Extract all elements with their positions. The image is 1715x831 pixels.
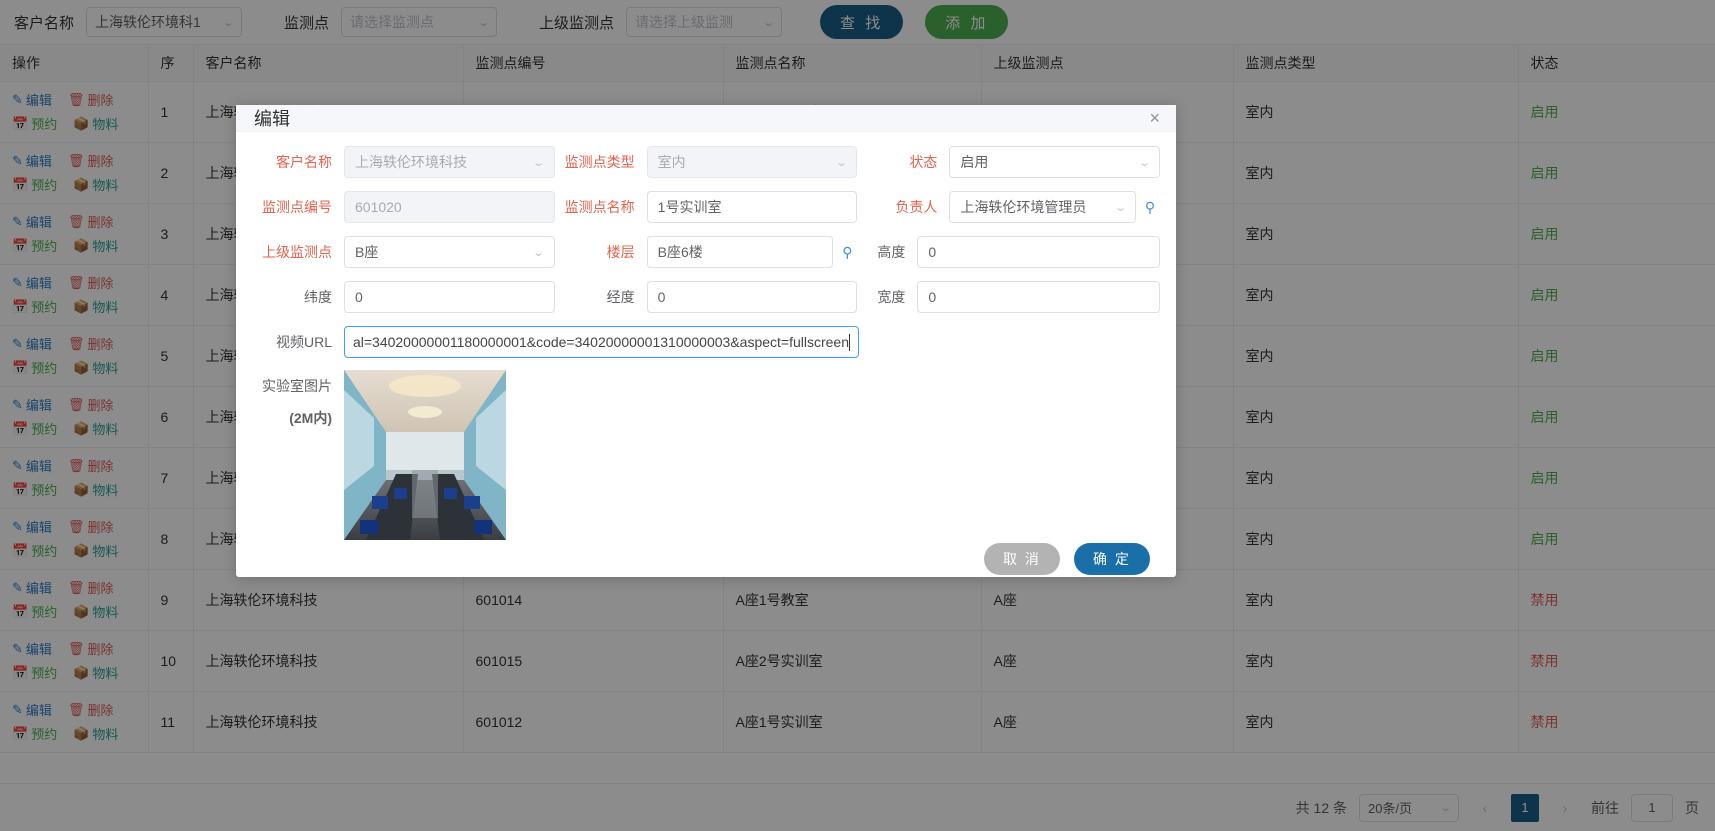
form-row-1: 客户名称 上海轶伦环境科技 ⌄ 监测点类型 室内 ⌄ 状态 启用 ⌄ [252, 146, 1161, 178]
longitude-label: 经度 [606, 289, 635, 305]
longitude-input[interactable]: 0 [646, 281, 858, 313]
video-url-label: 视频URL [275, 334, 332, 350]
chevron-down-icon: ⌄ [532, 246, 546, 259]
dialog-title: 编辑 [254, 109, 290, 129]
code-label: 监测点编号 [262, 199, 332, 215]
code-value: 601020 [355, 199, 402, 215]
latitude-value: 0 [355, 289, 363, 305]
cancel-button[interactable]: 取 消 [984, 542, 1060, 575]
chevron-down-icon: ⌄ [1137, 156, 1151, 169]
image-label-line1: 实验室图片 [262, 378, 332, 394]
form-row-image: 实验室图片 (2M内) [252, 370, 1160, 540]
name-input[interactable]: 1号实训室 [646, 191, 858, 223]
customer-select[interactable]: 上海轶伦环境科技 ⌄ [344, 146, 555, 178]
image-label: 实验室图片 (2M内) [252, 370, 344, 434]
width-input[interactable]: 0 [917, 281, 1161, 313]
chevron-down-icon: ⌄ [1113, 201, 1127, 214]
parent-select[interactable]: B座 ⌄ [344, 236, 555, 268]
name-value: 1号实训室 [657, 199, 722, 215]
type-label: 监测点类型 [564, 154, 635, 170]
floor-search-icon[interactable]: ⚲ [839, 244, 855, 261]
chevron-down-icon: ⌄ [532, 156, 546, 169]
type-select[interactable]: 室内 ⌄ [646, 146, 858, 178]
height-input[interactable]: 0 [917, 236, 1161, 268]
height-value: 0 [928, 244, 937, 260]
width-label: 宽度 [877, 289, 906, 305]
form-row-video: 视频URL al=34020000001180000001&code=34020… [252, 326, 1160, 358]
field-status: 状态 启用 ⌄ [857, 146, 1161, 178]
lab-photo-image [344, 370, 506, 540]
form-row-4: 纬度 0 经度 0 宽度 0 [252, 281, 1161, 313]
form-row-2: 监测点编号 601020 监测点名称 1号实训室 负责人 上海轶伦环境管理员 ⌄ [252, 191, 1160, 223]
video-url-input[interactable]: al=34020000001180000001&code=34020000001… [344, 326, 859, 358]
chevron-down-icon: ⌄ [835, 156, 849, 169]
field-longitude: 经度 0 [555, 281, 858, 313]
latitude-label: 纬度 [304, 289, 332, 305]
field-latitude: 纬度 0 [252, 281, 555, 313]
field-width: 宽度 0 [857, 281, 1161, 313]
close-icon[interactable]: × [1149, 109, 1160, 127]
parent-value: B座 [355, 244, 379, 260]
owner-value: 上海轶伦环境管理员 [960, 199, 1087, 215]
floor-label: 楼层 [606, 244, 635, 260]
floor-input[interactable]: B座6楼 [646, 236, 834, 268]
edit-dialog: 编辑 × 客户名称 上海轶伦环境科技 ⌄ 监测点类型 室内 ⌄ 状态 启用 ⌄ … [236, 105, 1176, 577]
height-label: 高度 [877, 244, 906, 260]
owner-label: 负责人 [895, 199, 938, 215]
form-row-3: 上级监测点 B座 ⌄ 楼层 B座6楼 ⚲ 高度 0 [252, 236, 1161, 268]
lab-photo-thumbnail[interactable] [344, 370, 506, 540]
latitude-input[interactable]: 0 [344, 281, 555, 313]
code-input[interactable]: 601020 [344, 191, 555, 223]
owner-search-icon[interactable]: ⚲ [1142, 199, 1158, 216]
app-root: 客户名称 上海轶伦环境科1 ⌄ 监测点 请选择监测点 ⌄ 上级监测点 请选择上级… [0, 0, 1715, 831]
field-parent: 上级监测点 B座 ⌄ [252, 236, 555, 268]
width-value: 0 [928, 289, 937, 305]
longitude-value: 0 [657, 289, 666, 305]
dialog-header: 编辑 × [236, 105, 1176, 132]
field-customer: 客户名称 上海轶伦环境科技 ⌄ [252, 146, 555, 178]
customer-label: 客户名称 [276, 154, 332, 170]
field-owner: 负责人 上海轶伦环境管理员 ⌄ ⚲ [857, 191, 1160, 223]
image-label-line2: (2M内) [289, 410, 332, 426]
dialog-body: 客户名称 上海轶伦环境科技 ⌄ 监测点类型 室内 ⌄ 状态 启用 ⌄ 监测点编号… [236, 132, 1176, 540]
customer-value: 上海轶伦环境科技 [355, 154, 467, 170]
name-label: 监测点名称 [564, 199, 635, 215]
field-code: 监测点编号 601020 [252, 191, 555, 223]
field-floor: 楼层 B座6楼 ⚲ [555, 236, 858, 268]
owner-select[interactable]: 上海轶伦环境管理员 ⌄ [949, 191, 1137, 223]
type-value: 室内 [657, 154, 686, 170]
status-select[interactable]: 启用 ⌄ [949, 146, 1161, 178]
status-value: 启用 [960, 154, 989, 170]
field-height: 高度 0 [857, 236, 1161, 268]
dialog-footer: 取 消 确 定 [236, 540, 1176, 577]
parent-label: 上级监测点 [262, 244, 332, 260]
video-url-value: al=34020000001180000001&code=34020000001… [353, 334, 849, 350]
confirm-button[interactable]: 确 定 [1074, 542, 1150, 575]
field-name: 监测点名称 1号实训室 [555, 191, 858, 223]
text-cursor [849, 333, 850, 351]
floor-value: B座6楼 [657, 244, 703, 260]
field-type: 监测点类型 室内 ⌄ [555, 146, 858, 178]
status-label: 状态 [909, 154, 938, 170]
